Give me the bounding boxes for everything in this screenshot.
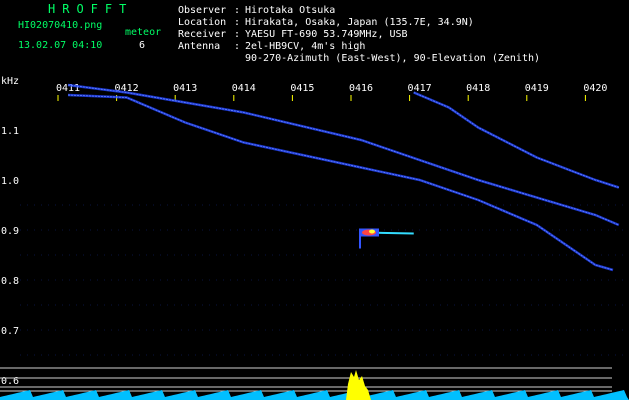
x-tick-label: 0413 [173, 83, 197, 94]
meteor-trace [67, 93, 614, 272]
y-tick-label: 0.8 [1, 276, 19, 287]
meteor-trace-core [67, 94, 614, 271]
x-tick-label: 0420 [583, 83, 607, 94]
y-tick-label: 0.7 [1, 326, 19, 337]
meteor-trace [67, 83, 620, 227]
meteor-echo-hotspot [369, 229, 375, 234]
x-tick-label: 0416 [349, 83, 373, 94]
power-spectrum-peak [346, 370, 371, 400]
meteor-trace [413, 91, 620, 189]
x-tick-label: 0418 [466, 83, 490, 94]
x-tick-label: 0419 [525, 83, 549, 94]
x-tick-label: 0411 [56, 83, 80, 94]
x-tick-label: 0417 [408, 83, 432, 94]
x-tick-label: 0415 [290, 83, 314, 94]
y-axis-unit-label: kHz [1, 76, 19, 87]
y-tick-label: 0.9 [1, 226, 19, 237]
y-tick-label: 1.1 [1, 126, 19, 137]
spectrogram-chart: kHz0411 0412 0413 0414 0415 0416 0417 0418 0419 0… [0, 76, 629, 400]
y-tick-label: 1.0 [1, 176, 19, 187]
meteor-trace-core [67, 84, 619, 226]
x-tick-label: 0414 [232, 83, 256, 94]
